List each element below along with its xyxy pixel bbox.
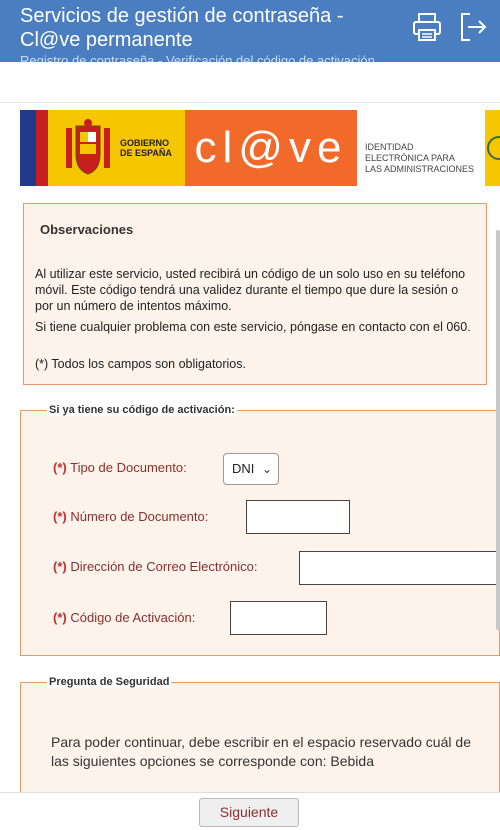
logo-banner: GOBIERNO DE ESPAÑA cl@ve IDENTIDAD ELECT…: [20, 110, 500, 186]
codigo-activacion-input[interactable]: [230, 601, 327, 635]
security-question-text: Para poder continuar, debe escribir en e…: [51, 734, 471, 769]
clave-logo: cl@ve: [185, 110, 357, 186]
identidad-text: IDENTIDAD ELECTRÓNICA PARA LAS ADMINISTR…: [365, 142, 475, 174]
footer-bar: Siguiente: [0, 792, 500, 830]
spain-flag-strip: [36, 110, 48, 186]
clave-logo-text: cl@ve: [194, 123, 348, 172]
tipo-documento-select[interactable]: DNI ⌄: [223, 453, 279, 485]
eu-flag-strip: [20, 110, 36, 186]
observaciones-panel: Observaciones Al utilizar este servicio,…: [23, 203, 487, 385]
page-title: Servicios de gestión de contraseña - Cl@…: [20, 5, 344, 51]
required-mark: (*): [53, 509, 67, 524]
app-header: Servicios de gestión de contraseña - Cl@…: [0, 0, 500, 62]
tipo-documento-label: (*) Tipo de Documento:: [53, 460, 187, 475]
scrollbar[interactable]: [496, 230, 500, 630]
next-button[interactable]: Siguiente: [199, 798, 299, 827]
printer-icon[interactable]: [410, 10, 444, 44]
partner-logo: [485, 110, 500, 186]
activation-legend: Si ya tiene su código de activación:: [47, 404, 237, 416]
observaciones-title: Observaciones: [40, 222, 134, 237]
observaciones-text-1: Al utilizar este servicio, usted recibir…: [35, 267, 466, 313]
seal-icon: [487, 136, 500, 160]
chevron-down-icon: ⌄: [261, 462, 272, 476]
correo-label: (*) Dirección de Correo Electrónico:: [53, 559, 258, 574]
codigo-activacion-label: (*) Código de Activación:: [53, 610, 196, 625]
required-mark: (*): [53, 460, 67, 475]
gobierno-text: GOBIERNO DE ESPAÑA: [120, 138, 172, 158]
numero-documento-label: (*) Número de Documento:: [53, 509, 209, 524]
numero-documento-input[interactable]: [246, 500, 350, 534]
correo-input[interactable]: [299, 551, 499, 585]
required-mark: (*): [53, 559, 67, 574]
required-mark: (*): [53, 610, 67, 625]
security-legend: Pregunta de Seguridad: [47, 676, 172, 688]
activation-form: Si ya tiene su código de activación: (*)…: [20, 404, 500, 656]
gobierno-logo: GOBIERNO DE ESPAÑA: [20, 110, 185, 186]
page-subtitle: Registro de contraseña - Verificación de…: [20, 53, 375, 62]
sub-bar: [0, 62, 500, 103]
observaciones-text-3: (*) Todos los campos son obligatorios.: [35, 357, 246, 371]
observaciones-text-2: Si tiene cualquier problema con este ser…: [35, 320, 471, 334]
coat-of-arms-icon: [66, 119, 110, 175]
logout-icon[interactable]: [456, 10, 490, 44]
